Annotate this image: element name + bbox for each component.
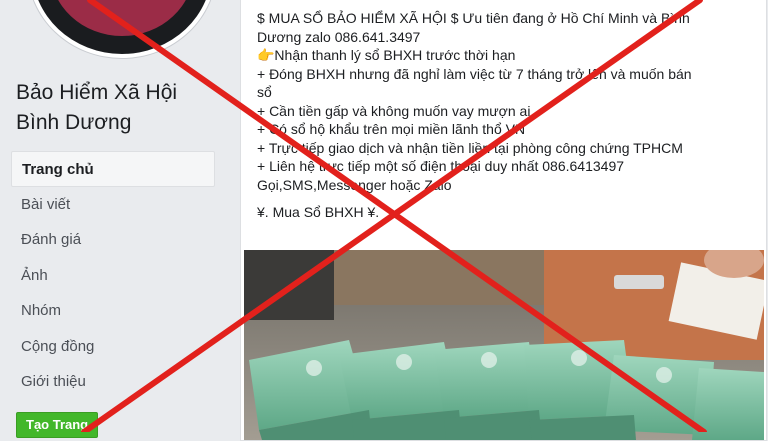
page-title[interactable]: Bảo Hiểm Xã Hội Bình Dương — [16, 78, 221, 138]
post-footer-line: ¥. Mua Sổ BHXH ¥. — [257, 204, 380, 220]
post-card: $ MUA SỔ BẢO HIỂM XÃ HỘI $ Ưu tiên đang … — [240, 0, 767, 441]
post-line: Dương zalo 086.641.3497 — [257, 28, 421, 45]
nav-item-about[interactable]: Giới thiệu — [11, 364, 215, 400]
post-photo[interactable] — [244, 250, 764, 440]
nav-item-groups[interactable]: Nhóm — [11, 293, 215, 329]
page-sidebar: Bảo Hiểm Xã Hội Bình Dương Trang chủ Bài… — [0, 0, 232, 438]
post-line: $ MUA SỔ BẢO HIỂM XÃ HỘI $ Ưu tiên đang … — [257, 10, 690, 26]
post-body: $ MUA SỔ BẢO HIỂM XÃ HỘI $ Ưu tiên đang … — [257, 9, 757, 222]
post-line: + Đóng BHXH nhưng đã nghỉ làm việc từ 7 … — [257, 65, 692, 82]
page-title-line1: Bảo Hiểm Xã Hội — [16, 81, 178, 104]
nav-item-photos[interactable]: Ảnh — [11, 258, 215, 294]
insurance-books-photo — [244, 250, 764, 440]
page-avatar[interactable] — [28, 0, 216, 58]
post-line: + Trực tiếp giao dịch và nhận tiền liền … — [257, 139, 683, 156]
nav-item-home[interactable]: Trang chủ — [11, 151, 215, 187]
page-title-line2: Bình Dương — [16, 111, 132, 134]
page-nav: Trang chủ Bài viết Đánh giá Ảnh Nhóm Cộn… — [11, 151, 215, 400]
post-line: sổ — [257, 84, 272, 100]
post-line: + Liên hệ trực tiếp một số điện thoại du… — [257, 158, 625, 174]
post-line: Gọi,SMS,Messenger hoặc Zalo — [257, 176, 452, 193]
post-line: + Có sổ hộ khẩu trên mọi miền lãnh thổ V… — [257, 121, 526, 137]
create-page-button[interactable]: Tạo Trang — [16, 412, 99, 438]
nav-item-community[interactable]: Cộng đồng — [11, 329, 215, 365]
nav-item-posts[interactable]: Bài viết — [11, 187, 215, 223]
post-line: 👉Nhận thanh lý sổ BHXH trước thời hạn — [257, 47, 516, 63]
nav-item-reviews[interactable]: Đánh giá — [11, 222, 215, 258]
post-line: + Cần tiền gấp và không muốn vay mượn ai — [257, 102, 531, 119]
